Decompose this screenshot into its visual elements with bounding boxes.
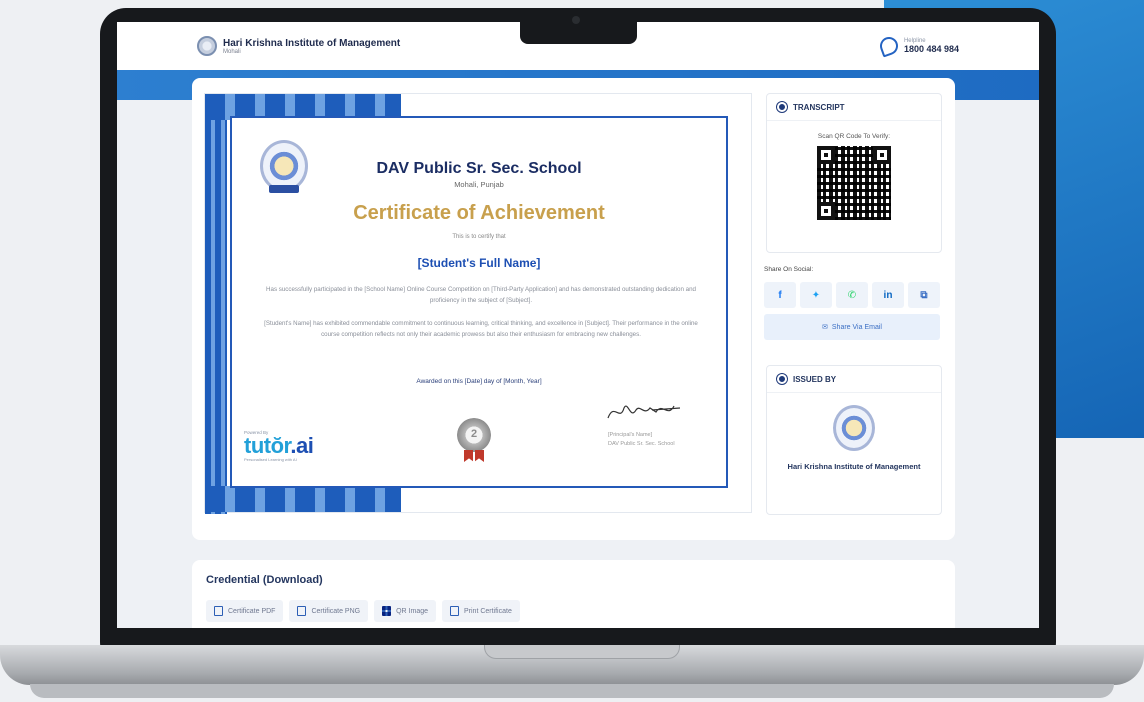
copy-link-button[interactable]: ⧉ bbox=[908, 282, 940, 308]
share-via-email-button[interactable]: ✉ Share Via Email bbox=[764, 314, 940, 340]
institute-name: Hari Krishna Institute of Management bbox=[223, 37, 401, 49]
issuer-name: Hari Krishna Institute of Management bbox=[787, 462, 921, 471]
camera-icon bbox=[572, 16, 580, 24]
powered-by: Powered By tutŏr.ai Personalised Learnin… bbox=[244, 430, 314, 462]
principal-signature-block: [Principal's Name] DAV Public Sr. Sec. S… bbox=[608, 431, 675, 449]
transcript-heading: TRANSCRIPT bbox=[793, 102, 845, 112]
qr-code[interactable] bbox=[817, 146, 891, 220]
certificate: DAV Public Sr. Sec. School Mohali, Punja… bbox=[204, 93, 752, 514]
qr-image-label: QR Image bbox=[396, 607, 428, 615]
decorative-stripe-bottom bbox=[205, 486, 401, 512]
credential-buttons: Certificate PDF Certificate PNG QR Image… bbox=[206, 600, 941, 622]
certificate-card: DAV Public Sr. Sec. School Mohali, Punja… bbox=[192, 78, 955, 540]
tutor-ai-logo: tutŏr.ai bbox=[244, 433, 314, 458]
school-location: Mohali, Punjab bbox=[454, 180, 504, 189]
qr-image-button[interactable]: QR Image bbox=[374, 600, 436, 622]
image-icon bbox=[297, 606, 307, 616]
transcript-panel: TRANSCRIPT Scan QR Code To Verify: bbox=[766, 93, 942, 253]
credential-section: Credential (Download) Certificate PDF Ce… bbox=[192, 560, 955, 628]
principal-name: [Principal's Name] bbox=[608, 432, 653, 438]
institute-logo-icon bbox=[197, 36, 217, 56]
print-certificate-button[interactable]: Print Certificate bbox=[442, 600, 520, 622]
file-icon bbox=[214, 606, 223, 616]
twitter-share-button[interactable]: ✦ bbox=[800, 282, 832, 308]
principal-school: DAV Public Sr. Sec. School bbox=[608, 441, 675, 447]
share-label: Share On Social: bbox=[764, 266, 814, 273]
certificate-title: Certificate of Achievement bbox=[353, 202, 605, 224]
certificate-pdf-label: Certificate PDF bbox=[228, 607, 276, 615]
certificate-pdf-button[interactable]: Certificate PDF bbox=[206, 600, 284, 622]
scan-label: Scan QR Code To Verify: bbox=[817, 133, 891, 140]
student-name: [Student's Full Name] bbox=[417, 256, 541, 270]
gear-icon bbox=[777, 102, 787, 112]
qr-icon bbox=[382, 606, 392, 616]
whatsapp-share-button[interactable]: ✆ bbox=[836, 282, 868, 308]
certificate-png-label: Certificate PNG bbox=[311, 607, 361, 615]
issued-by-header: ISSUED BY bbox=[767, 366, 941, 393]
issuer-crest-icon bbox=[833, 405, 875, 451]
institute-city: Mohali bbox=[223, 48, 241, 55]
brand[interactable]: Hari Krishna Institute of Management Moh… bbox=[197, 36, 400, 56]
laptop-base-shadow bbox=[30, 684, 1114, 698]
school-name: DAV Public Sr. Sec. School bbox=[376, 160, 582, 177]
medal-number: 2 bbox=[470, 428, 478, 440]
decorative-stripe-left bbox=[205, 94, 227, 514]
certificate-paragraph-1: Has successfully participated in the [Sc… bbox=[266, 286, 696, 304]
signature bbox=[607, 405, 681, 419]
facebook-share-button[interactable]: f bbox=[764, 282, 796, 308]
share-email-label: Share Via Email bbox=[831, 323, 882, 331]
logo-part-1: tut bbox=[244, 433, 271, 458]
issued-by-panel: ISSUED BY Hari Krishna Institute of Mana… bbox=[766, 365, 942, 515]
printer-icon bbox=[450, 606, 459, 616]
certify-text: This is to certify that bbox=[452, 234, 506, 240]
phone-icon bbox=[877, 34, 901, 58]
laptop-screen: Hari Krishna Institute of Management Moh… bbox=[117, 22, 1039, 628]
linkedin-share-button[interactable]: in bbox=[872, 282, 904, 308]
camera-notch bbox=[520, 8, 637, 44]
issued-heading: ISSUED BY bbox=[793, 374, 837, 384]
logo-part-3: .ai bbox=[290, 433, 314, 458]
certificate-png-button[interactable]: Certificate PNG bbox=[289, 600, 369, 622]
print-certificate-label: Print Certificate bbox=[464, 607, 512, 615]
social-buttons: f ✦ ✆ in ⧉ bbox=[764, 282, 940, 308]
certificate-body: DAV Public Sr. Sec. School Mohali, Punja… bbox=[230, 116, 728, 488]
ribbon-icon bbox=[464, 450, 484, 462]
credential-title: Credential (Download) bbox=[206, 574, 323, 586]
logo-part-2: ŏr bbox=[270, 433, 291, 458]
helpline-number: 1800 484 984 bbox=[903, 44, 959, 54]
helpline[interactable]: Helpline 1800 484 984 bbox=[877, 34, 959, 58]
gear-icon bbox=[777, 374, 787, 384]
laptop-hinge-groove bbox=[484, 645, 680, 659]
medal-icon: 2 bbox=[457, 418, 491, 452]
awarded-date: Awarded on this [Date] day of [Month, Ye… bbox=[416, 378, 542, 385]
envelope-icon: ✉ bbox=[822, 324, 828, 331]
transcript-header: TRANSCRIPT bbox=[767, 94, 941, 121]
certificate-paragraph-2: [Student's Name] has exhibited commendab… bbox=[264, 320, 698, 338]
